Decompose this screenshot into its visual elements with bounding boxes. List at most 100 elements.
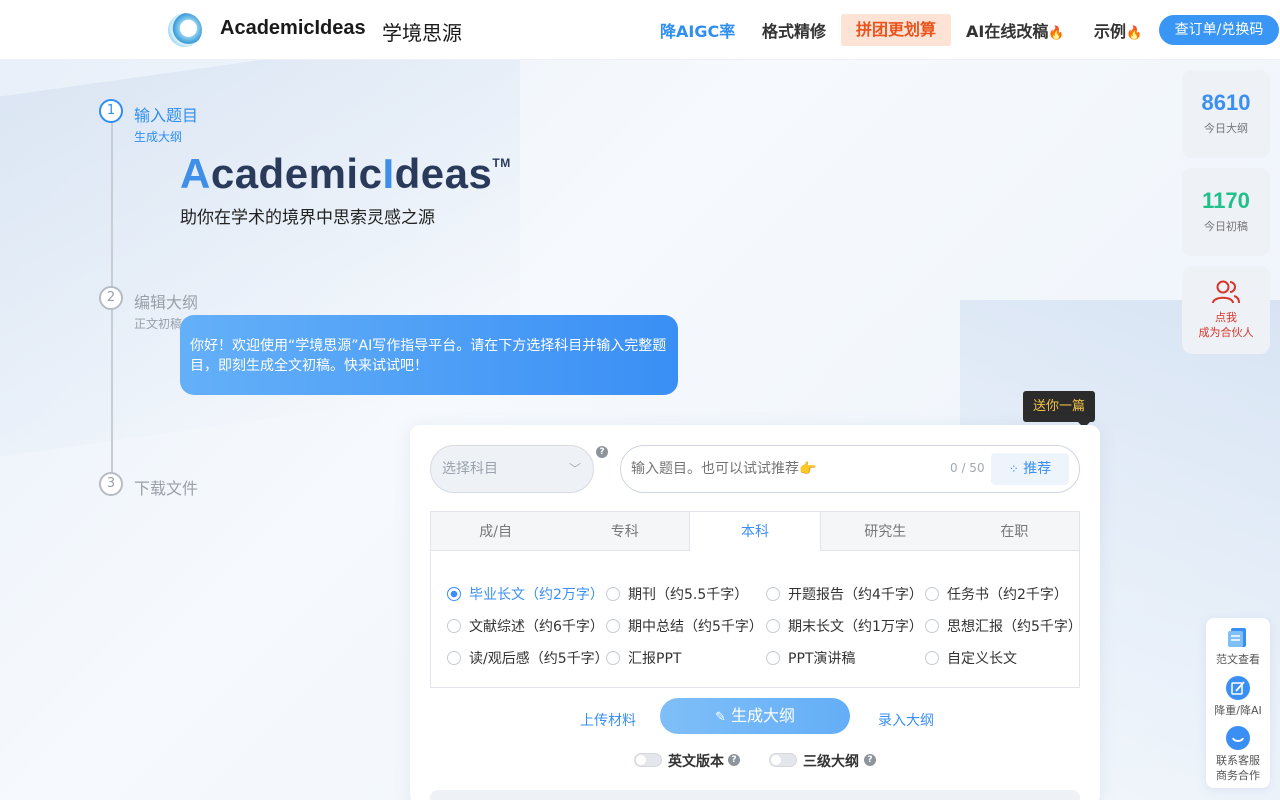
type-option-label: 期中总结（约5千字） [628, 619, 763, 635]
contact-service-button[interactable]: 联系客服 商务合作 [1206, 725, 1270, 783]
logo-icon[interactable] [168, 13, 202, 47]
type-option[interactable]: 期末长文（约1万字） [766, 616, 923, 636]
fire-icon: 🔥 [1048, 26, 1065, 41]
nav-format-polish[interactable]: 格式精修 [762, 18, 826, 42]
radio-icon [766, 587, 780, 601]
help-icon[interactable]: ? [728, 754, 740, 766]
nav-reduce-aigc[interactable]: 降AIGC率 [660, 18, 735, 42]
radio-icon [606, 619, 620, 633]
become-partner-button[interactable]: 点我 成为合伙人 [1182, 266, 1270, 354]
type-option-label: 读/观后感（约5千字） [469, 651, 609, 667]
type-option-label: 自定义长文 [947, 651, 1017, 667]
step-3-number: 3 [99, 472, 123, 496]
radio-icon [925, 619, 939, 633]
partner-line1: 点我 [1215, 311, 1237, 324]
stat-drafts-card: 1170 今日初稿 [1182, 168, 1270, 256]
type-option-label: 期末长文（约1万字） [788, 619, 923, 635]
subject-select-placeholder: 选择科目 [442, 461, 498, 477]
sample-view-label: 范文查看 [1216, 653, 1260, 666]
radio-icon [606, 587, 620, 601]
reduce-duplicate-label: 降重/降AI [1214, 704, 1262, 717]
type-option[interactable]: 思想汇报（约5千字） [925, 616, 1082, 636]
sparkle-icon: ⁘ [1008, 462, 1019, 476]
business-cooperation-label: 商务合作 [1216, 769, 1260, 782]
help-icon[interactable]: ? [864, 754, 876, 766]
tab-bachelor[interactable]: 本科 [689, 512, 821, 551]
logo-text[interactable]: AcademicIdeas [220, 17, 366, 40]
recommend-button-label: 推荐 [1023, 461, 1052, 477]
hero-title-part2: deas [394, 150, 493, 197]
type-option-label: PPT演讲稿 [788, 651, 856, 667]
sample-view-button[interactable]: 范文查看 [1206, 624, 1270, 667]
edit-icon: ✎ [714, 710, 726, 725]
gift-tooltip[interactable]: 送你一篇 [1023, 391, 1095, 428]
help-icon[interactable]: ? [596, 446, 608, 458]
type-option[interactable]: 读/观后感（约5千字） [447, 648, 609, 668]
stat-drafts-number: 1170 [1202, 188, 1250, 213]
type-option[interactable]: 汇报PPT [606, 648, 681, 668]
step-2-subtitle: 正文初稿 [134, 317, 183, 331]
welcome-bubble: 你好！欢迎使用“学境思源”AI写作指导平台。请在下方选择科目并输入完整题目，即刻… [180, 315, 678, 395]
tab-college[interactable]: 专科 [560, 512, 690, 551]
order-lookup-button[interactable]: 查订单/兑换码 [1159, 15, 1279, 45]
english-version-label: 英文版本 [668, 754, 724, 770]
radio-icon [766, 651, 780, 665]
nav-ai-revise[interactable]: AI在线改稿🔥 [966, 18, 1065, 42]
enter-outline-link[interactable]: 录入大纲 [878, 710, 934, 730]
radio-icon [766, 619, 780, 633]
three-level-outline-label: 三级大纲 [803, 754, 859, 770]
generate-outline-button[interactable]: ✎ 生成大纲 [660, 698, 850, 734]
top-nav-bar: AcademicIdeas 学境思源 降AIGC率 格式精修 拼团更划算 AI在… [0, 0, 1280, 60]
nav-example[interactable]: 示例🔥 [1094, 18, 1142, 42]
reduce-duplicate-button[interactable]: 降重/降AI [1206, 675, 1270, 718]
type-option[interactable]: 期刊（约5.5千字） [606, 584, 748, 604]
subject-select[interactable]: 选择科目 ﹀ [430, 445, 594, 493]
hero-subtitle: 助你在学术的境界中思索灵感之源 [180, 208, 435, 228]
nav-ai-revise-label: AI在线改稿 [966, 22, 1049, 41]
type-option[interactable]: 文献综述（约6千字） [447, 616, 604, 636]
step-1-title: 输入题目 [134, 106, 199, 125]
hero-title-i: I [382, 150, 395, 197]
radio-icon [925, 587, 939, 601]
fire-icon: 🔥 [1126, 26, 1143, 41]
topic-input-box: 0 / 50 ⁘ 推荐 [620, 445, 1080, 493]
chevron-down-icon: ﹀ [568, 462, 581, 476]
type-option[interactable]: 自定义长文 [925, 648, 1017, 668]
stat-drafts-label: 今日初稿 [1204, 220, 1248, 233]
contact-service-label: 联系客服 [1216, 754, 1260, 767]
step-2-number: 2 [99, 286, 123, 310]
hero-title: AcademicIdeasTM [180, 150, 511, 198]
radio-icon [606, 651, 620, 665]
tab-graduate[interactable]: 研究生 [820, 512, 950, 551]
hero-title-a: A [180, 150, 211, 197]
type-option-label: 开题报告（约4千字） [788, 587, 923, 603]
radio-checked-icon [447, 587, 461, 601]
nav-example-label: 示例 [1094, 22, 1127, 41]
step-3-title: 下载文件 [134, 479, 199, 498]
english-version-toggle[interactable] [634, 753, 662, 767]
type-option[interactable]: 期中总结（约5千字） [606, 616, 763, 636]
nav-group-buy[interactable]: 拼团更划算 [841, 14, 952, 46]
tab-adult[interactable]: 成/自 [431, 512, 561, 551]
type-option[interactable]: 任务书（约2千字） [925, 584, 1068, 604]
stat-outlines-card: 8610 今日大纲 [1182, 70, 1270, 158]
recommend-button[interactable]: ⁘ 推荐 [991, 453, 1069, 485]
step-1-subtitle: 生成大纲 [134, 130, 183, 144]
tab-in-service[interactable]: 在职 [949, 512, 1080, 551]
type-option[interactable]: 毕业长文（约2万字） [447, 584, 604, 604]
type-option-label: 期刊（约5.5千字） [628, 587, 749, 603]
float-toolbar: 范文查看 降重/降AI 联系客服 商务合作 [1206, 618, 1270, 788]
radio-icon [925, 651, 939, 665]
type-option-label: 任务书（约2千字） [947, 587, 1068, 603]
topic-input[interactable] [631, 446, 941, 492]
radio-icon [447, 651, 461, 665]
upload-material-link[interactable]: 上传材料 [580, 710, 636, 730]
three-level-outline-toggle[interactable] [769, 753, 797, 767]
type-option[interactable]: 开题报告（约4千字） [766, 584, 923, 604]
topic-char-count: 0 / 50 [950, 461, 985, 475]
radio-icon [447, 619, 461, 633]
stat-outlines-number: 8610 [1201, 90, 1251, 115]
logo-cn-text[interactable]: 学境思源 [382, 17, 462, 46]
generate-outline-label: 生成大纲 [730, 706, 795, 725]
type-option[interactable]: PPT演讲稿 [766, 648, 855, 668]
